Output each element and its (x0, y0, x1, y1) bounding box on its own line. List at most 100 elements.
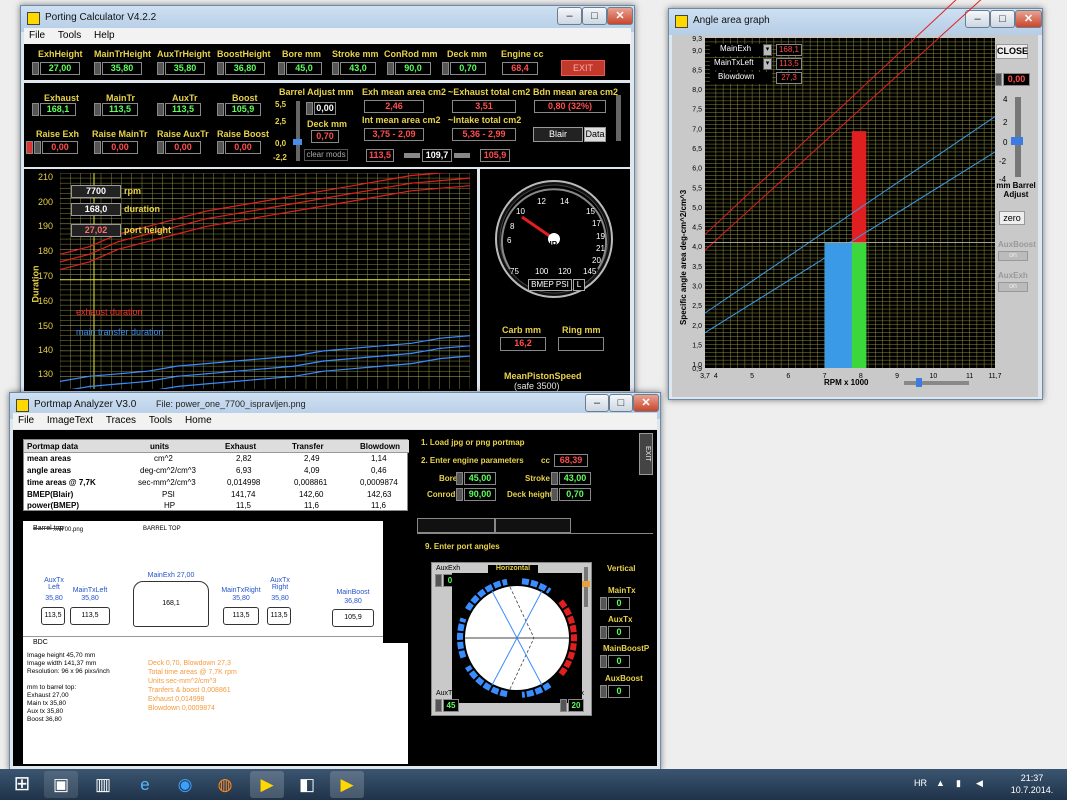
exhheight-spinner[interactable] (32, 62, 39, 75)
maximize-button[interactable]: □ (609, 394, 633, 412)
adjust-spinner[interactable] (995, 73, 1002, 86)
v-auxboost-spinner[interactable] (600, 685, 607, 698)
language-indicator[interactable]: HR (914, 778, 927, 788)
duration-field[interactable]: 168,0 (71, 203, 121, 216)
exit-button[interactable]: EXIT (561, 60, 605, 76)
v-mainboost-spinner[interactable] (600, 655, 607, 668)
auxboost-toggle[interactable]: on (998, 251, 1028, 261)
clock-time[interactable]: 21:37 (1012, 773, 1052, 783)
exhaust-dur-spinner[interactable] (32, 103, 39, 116)
angle-x-slider-handle[interactable] (916, 378, 922, 387)
legend-mainexh-dropdown[interactable]: ▾ (763, 44, 772, 56)
media-icon[interactable]: ▥ (86, 771, 120, 798)
auxtx-field[interactable]: 45 (443, 699, 459, 712)
start-button[interactable]: ⊞ (2, 771, 42, 798)
bore-field[interactable]: 45,0 (286, 62, 322, 75)
maintr-dur-field[interactable]: 113,5 (102, 103, 138, 116)
barrel-slider-handle[interactable] (293, 139, 302, 145)
close-button[interactable]: ✕ (1015, 10, 1042, 28)
barrel-adjust-field[interactable]: 0,00 (314, 102, 336, 115)
raise-auxtr-field[interactable]: 0,00 (165, 141, 201, 154)
raise-maintr-field[interactable]: 0,00 (102, 141, 138, 154)
maintrheight-spinner[interactable] (94, 62, 101, 75)
raise-boost-field[interactable]: 0,00 (225, 141, 261, 154)
raise-exh-field[interactable]: 0,00 (42, 141, 78, 154)
auxtr-dur-field[interactable]: 113,5 (165, 103, 201, 116)
auxtr-dur-spinner[interactable] (157, 103, 164, 116)
stroke-field[interactable]: 43,00 (559, 472, 591, 485)
v-mainboost-field[interactable]: 0 (608, 655, 630, 668)
deckh-field[interactable]: 0,70 (559, 488, 591, 501)
slider-left[interactable] (404, 153, 420, 158)
auxtrheight-field[interactable]: 35,80 (165, 62, 205, 75)
raise-auxtr-spinner[interactable] (157, 141, 164, 154)
barrel-adjust-slider-handle[interactable] (1011, 137, 1023, 145)
raise-exh-spinner[interactable] (26, 141, 33, 154)
stroke-spinner[interactable] (551, 472, 558, 485)
minimize-button[interactable]: – (557, 7, 582, 25)
bmep-mode-selector[interactable]: L (573, 279, 585, 291)
window-task-icon[interactable]: ◧ (290, 771, 324, 798)
clock-date[interactable]: 10.7.2014. (1008, 785, 1056, 795)
zero-button[interactable]: zero (999, 211, 1025, 225)
boostheight-spinner[interactable] (217, 62, 224, 75)
minimize-button[interactable]: – (585, 394, 609, 412)
exit-vertical-button[interactable]: EXIT (639, 433, 653, 475)
maximize-button[interactable]: □ (582, 7, 607, 25)
stroke-field[interactable]: 43,0 (340, 62, 376, 75)
angle-vertical-slider-handle[interactable] (581, 581, 590, 587)
raise-exh-spinner2[interactable] (34, 141, 41, 154)
clear-mods-button[interactable]: clear mods (304, 149, 348, 161)
maintx-field[interactable]: 20 (568, 699, 584, 712)
barrel-spinner[interactable] (306, 102, 313, 115)
slider-right[interactable] (454, 153, 470, 158)
menu-tools[interactable]: Tools (144, 413, 177, 428)
rpm-field[interactable]: 7700 (71, 185, 121, 198)
bore-field[interactable]: 45,00 (464, 472, 496, 485)
network-icon[interactable]: ▮ (956, 778, 961, 789)
menu-traces[interactable]: Traces (101, 413, 141, 428)
tray-arrow-icon[interactable]: ▲ (936, 778, 945, 788)
v-maintx-spinner[interactable] (600, 597, 607, 610)
ie-icon[interactable]: e (128, 771, 162, 798)
media-player-icon[interactable]: ◉ (168, 771, 202, 798)
menu-file[interactable]: File (13, 413, 39, 428)
menu-home[interactable]: Home (180, 413, 217, 428)
adjust-value[interactable]: 0,00 (1003, 73, 1030, 86)
boost-dur-spinner[interactable] (217, 103, 224, 116)
boostheight-field[interactable]: 36,80 (225, 62, 265, 75)
menu-help[interactable]: Help (89, 28, 120, 43)
barrel-slider-track[interactable] (296, 101, 300, 161)
deck-field[interactable]: 0,70 (450, 62, 486, 75)
auxexh-spinner[interactable] (435, 574, 442, 587)
close-graph-button[interactable]: CLOSE (996, 44, 1028, 59)
v-auxboost-field[interactable]: 0 (608, 685, 630, 698)
close-button[interactable]: ✕ (607, 7, 633, 25)
firefox-icon[interactable]: ◍ (208, 771, 242, 798)
v-auxtx-spinner[interactable] (600, 626, 607, 639)
volume-icon[interactable]: ◀ (976, 778, 983, 789)
conrod-spinner[interactable] (456, 488, 463, 501)
labview-task-icon[interactable]: ▶ (250, 771, 284, 798)
raise-boost-spinner[interactable] (217, 141, 224, 154)
maintr-dur-spinner[interactable] (94, 103, 101, 116)
angle-x-slider[interactable] (904, 381, 969, 385)
deck-spinner[interactable] (442, 62, 449, 75)
blair-button[interactable]: Blair (533, 127, 583, 142)
mid-scrollbar[interactable] (616, 95, 621, 141)
conrod-spinner[interactable] (387, 62, 394, 75)
data-button[interactable]: Data (584, 127, 606, 142)
v-maintx-field[interactable]: 0 (608, 597, 630, 610)
tab-2[interactable] (495, 518, 571, 533)
v-auxtx-field[interactable]: 0 (608, 626, 630, 639)
auxexh-toggle[interactable]: on (998, 282, 1028, 292)
angle-vertical-slider[interactable] (584, 567, 588, 607)
auxtrheight-spinner[interactable] (157, 62, 164, 75)
close-button[interactable]: ✕ (633, 394, 659, 412)
maximize-button[interactable]: □ (990, 10, 1015, 28)
conrod-field[interactable]: 90,0 (395, 62, 431, 75)
exhaust-dur-field[interactable]: 168,1 (40, 103, 76, 116)
exhheight-field[interactable]: 27,00 (40, 62, 80, 75)
val-b[interactable]: 109,7 (422, 149, 452, 162)
tab-1[interactable] (417, 518, 495, 533)
